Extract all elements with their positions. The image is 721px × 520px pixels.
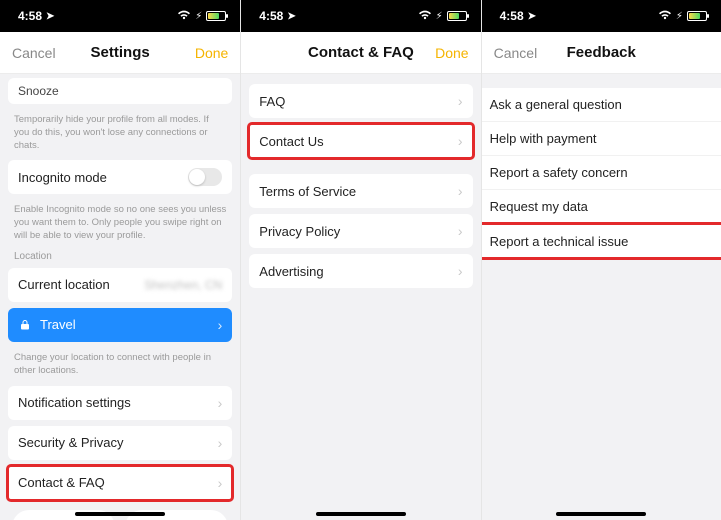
current-location-value: Shenzhen, CN [144,278,222,292]
advertising-row[interactable]: Advertising › [249,254,472,288]
feedback-technical-row[interactable]: Report a technical issue [481,224,721,258]
feedback-general-label: Ask a general question [490,97,622,112]
tos-label: Terms of Service [259,184,356,199]
travel-label: Travel [40,317,76,332]
chevron-right-icon: › [218,395,223,411]
location-arrow-icon: ➤ [287,11,295,22]
chevron-right-icon: › [458,223,463,239]
status-bar: 4:58 ➤ ⚡︎ [241,0,480,32]
chevron-right-icon: › [458,183,463,199]
bolt-icon: ⚡︎ [436,11,443,22]
home-indicator[interactable] [316,512,406,516]
location-arrow-icon: ➤ [528,11,536,22]
incognito-label: Incognito mode [18,170,107,185]
snooze-label: Snooze [18,84,59,98]
nav-bar: Contact & FAQ Done [241,32,480,74]
travel-desc: Change your location to connect with peo… [8,348,232,386]
home-indicator[interactable] [75,512,165,516]
current-location-row[interactable]: Current location Shenzhen, CN [8,268,232,302]
incognito-desc: Enable Incognito mode so no one sees you… [8,200,232,250]
feedback-data-row[interactable]: Request my data [481,190,721,224]
feedback-safety-row[interactable]: Report a safety concern [481,156,721,190]
wifi-icon [658,10,672,23]
security-privacy-row[interactable]: Security & Privacy › [8,426,232,460]
feedback-payment-label: Help with payment [490,131,597,146]
incognito-row[interactable]: Incognito mode [8,160,232,194]
location-section-label: Location [8,251,232,268]
done-button[interactable]: Done [435,45,468,61]
contact-faq-label: Contact & FAQ [18,475,105,490]
notification-settings-label: Notification settings [18,395,131,410]
status-bar: 4:58 ➤ ⚡︎ [0,0,240,32]
contact-us-row[interactable]: Contact Us › [249,124,472,158]
battery-icon [687,11,707,21]
chevron-right-icon: › [218,317,223,333]
contact-faq-row[interactable]: Contact & FAQ › [8,466,232,500]
feedback-data-label: Request my data [490,199,588,214]
feedback-general-row[interactable]: Ask a general question [481,88,721,122]
chevron-right-icon: › [218,435,223,451]
travel-row[interactable]: Travel › [8,308,232,342]
feedback-safety-label: Report a safety concern [490,165,628,180]
chevron-right-icon: › [458,93,463,109]
location-arrow-icon: ➤ [46,11,54,22]
terms-of-service-row[interactable]: Terms of Service › [249,174,472,208]
cancel-button[interactable]: Cancel [494,45,538,61]
home-indicator[interactable] [556,512,646,516]
contact-us-label: Contact Us [259,134,323,149]
battery-icon [206,11,226,21]
wifi-icon [177,10,191,23]
chevron-right-icon: › [218,475,223,491]
status-time: 4:58 [259,9,283,23]
privacy-label: Privacy Policy [259,224,340,239]
privacy-policy-row[interactable]: Privacy Policy › [249,214,472,248]
snooze-desc: Temporarily hide your profile from all m… [8,110,232,160]
advertising-label: Advertising [259,264,323,279]
chevron-right-icon: › [458,263,463,279]
status-bar: 4:58 ➤ ⚡︎ [482,0,721,32]
bolt-icon: ⚡︎ [676,11,683,22]
feedback-payment-row[interactable]: Help with payment [481,122,721,156]
phone-settings: 4:58 ➤ ⚡︎ Cancel Settings Done Snooze Te… [0,0,240,520]
done-button[interactable]: Done [195,45,228,61]
faq-row[interactable]: FAQ › [249,84,472,118]
battery-icon [447,11,467,21]
status-time: 4:58 [500,9,524,23]
security-privacy-label: Security & Privacy [18,435,123,450]
feedback-technical-label: Report a technical issue [490,234,629,249]
current-location-label: Current location [18,277,110,292]
nav-bar: Cancel Settings Done [0,32,240,74]
bolt-icon: ⚡︎ [195,11,202,22]
phone-feedback: 4:58 ➤ ⚡︎ Cancel Feedback Ask a general … [481,0,721,520]
phone-contact-faq: 4:58 ➤ ⚡︎ Contact & FAQ Done FAQ › Conta… [240,0,480,520]
faq-label: FAQ [259,94,285,109]
notification-settings-row[interactable]: Notification settings › [8,386,232,420]
wifi-icon [418,10,432,23]
snooze-row[interactable]: Snooze [8,78,232,104]
cancel-button[interactable]: Cancel [12,45,56,61]
incognito-toggle[interactable] [188,168,222,186]
chevron-right-icon: › [458,133,463,149]
lock-icon [18,318,32,332]
nav-bar: Cancel Feedback [482,32,721,74]
status-time: 4:58 [18,9,42,23]
